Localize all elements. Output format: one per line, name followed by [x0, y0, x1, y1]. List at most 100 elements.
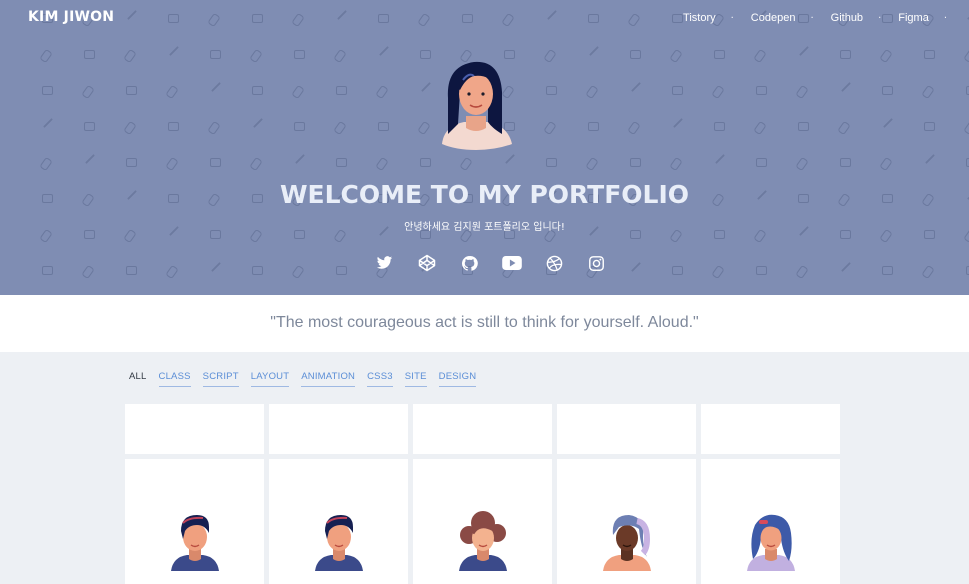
portfolio-card[interactable]: [557, 459, 696, 584]
youtube-icon[interactable]: [501, 253, 523, 273]
pattern-glyph: [879, 156, 893, 172]
pattern-glyph: [711, 264, 725, 280]
pattern-glyph: [249, 48, 263, 64]
pattern-glyph: [168, 122, 179, 131]
pattern-glyph: [924, 122, 935, 131]
pattern-glyph: [798, 122, 809, 131]
pattern-glyph: [337, 10, 347, 20]
pattern-glyph: [252, 266, 263, 275]
pattern-glyph: [841, 82, 851, 92]
pattern-glyph: [588, 14, 599, 23]
portfolio-card[interactable]: [269, 404, 408, 454]
pattern-glyph: [963, 48, 969, 64]
pattern-glyph: [756, 86, 767, 95]
portfolio-card[interactable]: [269, 459, 408, 584]
pattern-glyph: [39, 48, 53, 64]
filter-css3[interactable]: CSS3: [367, 371, 393, 387]
nav-separator: ·: [810, 12, 814, 24]
filter-class[interactable]: CLASS: [158, 371, 191, 387]
pattern-glyph: [672, 14, 683, 23]
nav-link-tistory[interactable]: Tistory: [683, 12, 716, 24]
pattern-glyph: [291, 12, 305, 28]
pattern-glyph: [795, 156, 809, 172]
pattern-glyph: [756, 266, 767, 275]
pattern-glyph: [81, 84, 95, 100]
dribbble-icon[interactable]: [543, 253, 565, 273]
pattern-glyph: [543, 48, 557, 64]
pattern-glyph: [547, 10, 557, 20]
pattern-glyph: [126, 86, 137, 95]
twitter-icon[interactable]: [373, 253, 395, 273]
pattern-glyph: [795, 264, 809, 280]
pattern-glyph: [963, 120, 969, 136]
pattern-glyph: [379, 46, 389, 56]
portfolio-card[interactable]: [125, 404, 264, 454]
pattern-glyph: [378, 14, 389, 23]
nav-separator: ·: [878, 12, 882, 24]
pattern-glyph: [123, 120, 137, 136]
pattern-glyph: [840, 158, 851, 167]
filter-site[interactable]: SITE: [404, 371, 427, 387]
github-icon[interactable]: [458, 253, 480, 273]
pattern-glyph: [631, 262, 641, 272]
hero-subtitle: 안녕하세요 김지원 포트폴리오 입니다!: [404, 222, 565, 233]
pattern-glyph: [925, 154, 935, 164]
pattern-glyph: [879, 48, 893, 64]
portfolio-card[interactable]: [701, 404, 840, 454]
filter-all[interactable]: ALL: [129, 371, 147, 387]
pattern-glyph: [837, 120, 851, 136]
nav-separator: ·: [943, 12, 947, 24]
pattern-glyph: [585, 84, 599, 100]
site-brand[interactable]: KIM JIWON: [28, 9, 114, 25]
nav-link-figma[interactable]: Figma: [898, 12, 929, 24]
pattern-glyph: [417, 12, 431, 28]
pattern-glyph: [841, 262, 851, 272]
pattern-glyph: [42, 266, 53, 275]
pattern-glyph: [84, 50, 95, 59]
pattern-glyph: [291, 84, 305, 100]
portfolio-card[interactable]: [701, 459, 840, 584]
pattern-glyph: [210, 158, 221, 167]
pattern-glyph: [669, 48, 683, 64]
pattern-glyph: [631, 82, 641, 92]
pattern-glyph: [210, 50, 221, 59]
pattern-glyph: [882, 266, 893, 275]
pattern-glyph: [165, 264, 179, 280]
pattern-glyph: [294, 50, 305, 59]
pattern-glyph: [252, 86, 263, 95]
pattern-glyph: [127, 10, 137, 20]
filter-script[interactable]: SCRIPT: [202, 371, 239, 387]
woman-blue-hair-avatar-icon: [747, 514, 795, 571]
nav-link-codepen[interactable]: Codepen: [751, 12, 796, 24]
hero-section: KIM JIWON Tistory · Codepen · Github · F…: [0, 0, 969, 295]
filter-animation[interactable]: ANIMATION: [301, 371, 356, 387]
filter-design[interactable]: DESIGN: [438, 371, 477, 387]
portfolio-card[interactable]: [413, 404, 552, 454]
pattern-glyph: [921, 84, 935, 100]
pattern-glyph: [546, 158, 557, 167]
pattern-glyph: [883, 118, 893, 128]
filter-layout[interactable]: LAYOUT: [250, 371, 290, 387]
pattern-glyph: [291, 264, 305, 280]
portfolio-filters: ALL CLASS SCRIPT LAYOUT ANIMATION CSS3 S…: [129, 371, 488, 387]
pattern-glyph: [627, 12, 641, 28]
pattern-glyph: [333, 120, 347, 136]
pattern-glyph: [753, 120, 767, 136]
pattern-glyph: [672, 266, 683, 275]
portfolio-card[interactable]: [125, 459, 264, 584]
pattern-glyph: [375, 84, 389, 100]
pattern-glyph: [462, 14, 473, 23]
instagram-icon[interactable]: [586, 253, 608, 273]
pattern-glyph: [882, 86, 893, 95]
portfolio-card[interactable]: [413, 459, 552, 584]
pattern-glyph: [378, 122, 389, 131]
pattern-glyph: [921, 264, 935, 280]
pattern-glyph: [459, 156, 473, 172]
pattern-glyph: [169, 46, 179, 56]
codepen-icon[interactable]: [416, 253, 438, 273]
pattern-glyph: [714, 122, 725, 131]
pattern-glyph: [126, 158, 137, 167]
portfolio-card[interactable]: [557, 404, 696, 454]
nav-link-github[interactable]: Github: [831, 12, 863, 24]
man-avatar-icon: [315, 515, 363, 571]
